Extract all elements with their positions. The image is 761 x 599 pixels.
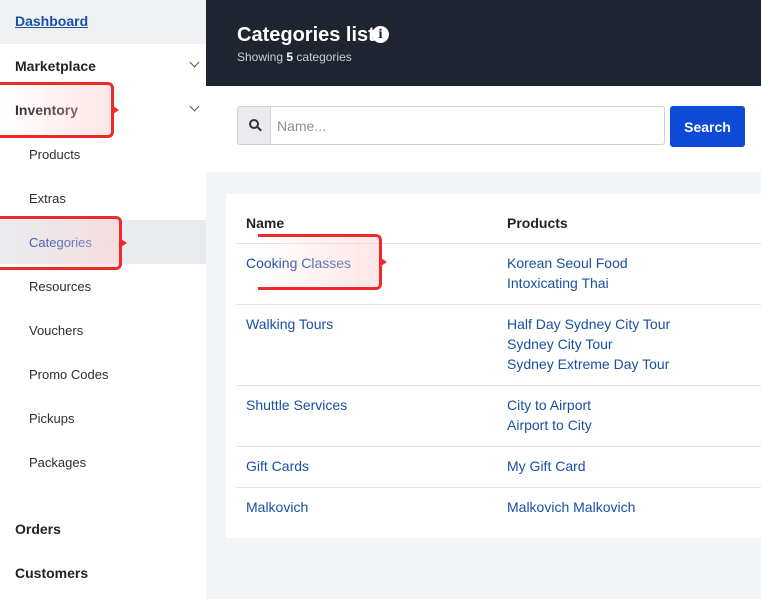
product-link[interactable]: Intoxicating Thai: [507, 273, 628, 293]
sidebar-item-label: Marketplace: [15, 58, 96, 74]
column-header-products: Products: [507, 215, 568, 231]
sidebar-item-promo-codes[interactable]: Promo Codes: [0, 352, 206, 396]
showing-count: 5: [286, 50, 294, 64]
page-title: Categories list: [237, 24, 375, 46]
sidebar-item-label: Pickups: [29, 411, 75, 426]
category-products: Korean Seoul Food Intoxicating Thai: [507, 253, 628, 293]
category-name-link[interactable]: Shuttle Services: [246, 397, 347, 413]
column-header-name: Name: [246, 215, 285, 231]
search-icon-handle: [257, 126, 262, 132]
product-link[interactable]: My Gift Card: [507, 456, 586, 476]
sidebar-item-products[interactable]: Products: [0, 132, 206, 176]
category-name-link[interactable]: Gift Cards: [246, 458, 309, 474]
product-link[interactable]: Sydney Extreme Day Tour: [507, 354, 670, 374]
sidebar-item-label: Promo Codes: [29, 367, 109, 382]
showing-suffix: categories: [296, 50, 352, 64]
category-name-link[interactable]: Cooking Classes: [246, 255, 351, 271]
sidebar-item-resources[interactable]: Resources: [0, 264, 206, 308]
divider: [236, 487, 761, 488]
search-panel: Search: [206, 86, 761, 172]
sidebar-item-pickups[interactable]: Pickups: [0, 396, 206, 440]
chevron-down-icon: [189, 57, 200, 68]
product-link[interactable]: Sydney City Tour: [507, 334, 670, 354]
category-products: Malkovich Malkovich: [507, 497, 635, 517]
dashboard-link[interactable]: Dashboard: [15, 13, 88, 29]
sidebar-item-packages[interactable]: Packages: [0, 440, 206, 484]
product-link[interactable]: Airport to City: [507, 415, 592, 435]
sidebar-item-orders[interactable]: Orders: [0, 507, 206, 551]
category-name-link[interactable]: Walking Tours: [246, 316, 333, 332]
sidebar-item-label: Packages: [29, 455, 87, 470]
page-header: Categories list i Showing 5 categories: [206, 0, 761, 86]
sidebar: Dashboard Marketplace Inventory Products…: [0, 0, 206, 599]
sidebar-item-label: Vouchers: [29, 323, 84, 338]
sidebar-item-label: Inventory: [15, 102, 79, 118]
sidebar-item-inventory[interactable]: Inventory: [0, 88, 206, 132]
sidebar-item-marketplace[interactable]: Marketplace: [0, 44, 206, 88]
divider: [236, 304, 761, 305]
search-icon: [237, 106, 270, 145]
sidebar-item-label: Products: [29, 147, 81, 162]
info-icon[interactable]: i: [372, 26, 389, 43]
product-link[interactable]: Malkovich Malkovich: [507, 497, 635, 517]
category-count: Showing 5 categories: [237, 50, 352, 64]
category-name-link[interactable]: Malkovich: [246, 499, 308, 515]
category-products: My Gift Card: [507, 456, 586, 476]
sidebar-item-vouchers[interactable]: Vouchers: [0, 308, 206, 352]
product-link[interactable]: Half Day Sydney City Tour: [507, 314, 670, 334]
showing-prefix: Showing: [237, 50, 284, 64]
sidebar-item-categories[interactable]: Categories: [0, 220, 206, 264]
sidebar-item-label: Orders: [15, 521, 61, 537]
chevron-down-icon: [189, 101, 200, 112]
divider: [236, 385, 761, 386]
product-link[interactable]: City to Airport: [507, 395, 592, 415]
divider: [236, 446, 761, 447]
sidebar-item-extras[interactable]: Extras: [0, 176, 206, 220]
search-input[interactable]: [270, 106, 665, 145]
sidebar-item-customers[interactable]: Customers: [0, 551, 206, 595]
sidebar-item-label: Extras: [29, 191, 66, 206]
search-button[interactable]: Search: [670, 106, 745, 147]
category-products: City to Airport Airport to City: [507, 395, 592, 435]
product-link[interactable]: Korean Seoul Food: [507, 253, 628, 273]
sidebar-item-label: Categories: [29, 235, 92, 250]
category-products: Half Day Sydney City Tour Sydney City To…: [507, 314, 670, 374]
divider: [236, 243, 761, 244]
sidebar-item-label: Customers: [15, 565, 89, 581]
sidebar-item-label: Resources: [29, 279, 92, 294]
categories-table: Name Products Cooking Classes Korean Seo…: [226, 194, 761, 538]
sidebar-item-dashboard[interactable]: Dashboard: [0, 0, 206, 44]
